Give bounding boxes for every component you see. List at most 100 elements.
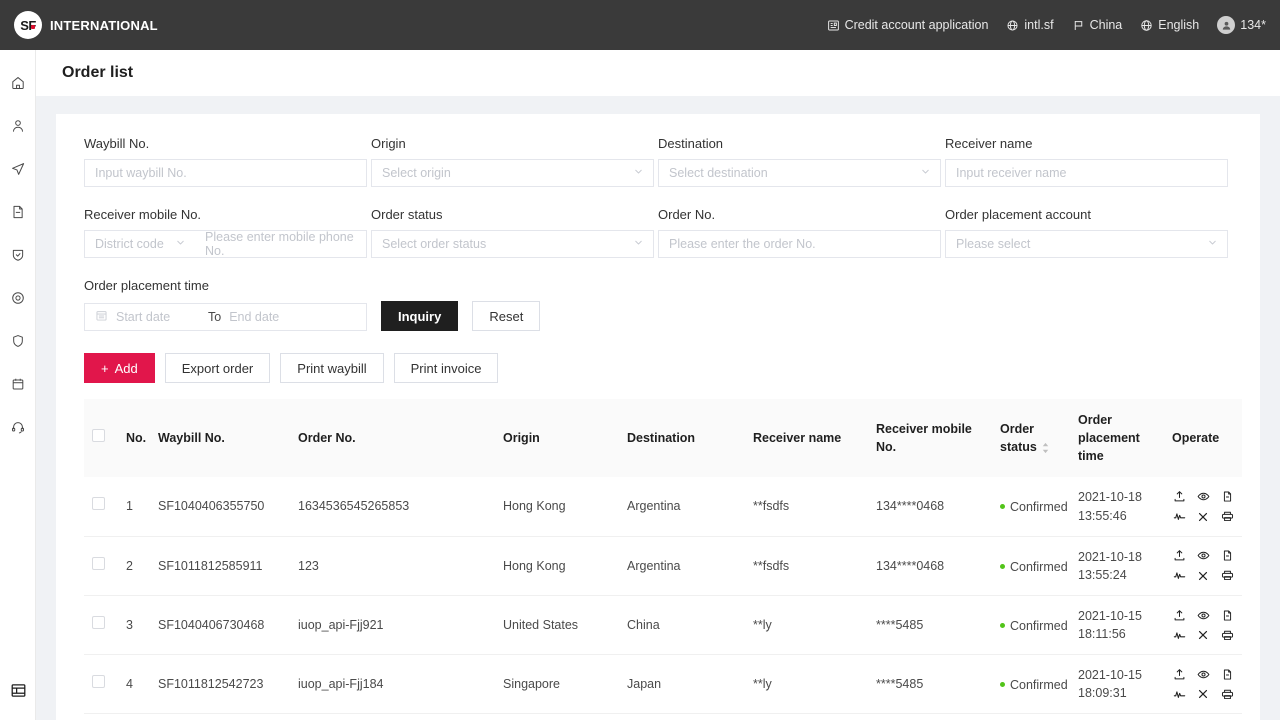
nav-site-switch[interactable]: intl.sf: [1006, 18, 1054, 32]
cancel-icon[interactable]: [1196, 628, 1210, 642]
cancel-icon[interactable]: [1196, 687, 1210, 701]
order-placement-date-range[interactable]: Start date To End date: [84, 303, 367, 331]
column-order-status[interactable]: Order status: [992, 399, 1070, 478]
page-content: Waybill No. Input waybill No. Origin Sel…: [36, 96, 1280, 720]
print-icon[interactable]: [1220, 569, 1234, 583]
nav-region-switch[interactable]: China: [1072, 18, 1122, 32]
nav-user-account[interactable]: 134*: [1217, 16, 1266, 34]
send-icon: [10, 161, 26, 182]
copy-icon[interactable]: [1220, 608, 1234, 622]
cell-no: 4: [118, 654, 150, 715]
nav-credit-account-application[interactable]: Credit account application: [827, 18, 989, 32]
table-row[interactable]: 3 SF1040406730468 iuop_api-Fjj921 United St…: [84, 595, 1242, 656]
upload-icon[interactable]: [1172, 667, 1186, 681]
row-checkbox[interactable]: [92, 497, 105, 511]
print-waybill-button[interactable]: Print waybill: [280, 353, 384, 383]
select-all-checkbox[interactable]: [92, 429, 105, 443]
placement-time: 13:55:24: [1078, 567, 1127, 582]
sort-icon[interactable]: [1041, 442, 1050, 454]
row-checkbox-cell[interactable]: [84, 654, 118, 715]
table-row[interactable]: 2 SF1011812585911 123 Hong Kong Argentina **f…: [84, 536, 1244, 596]
nav-credit-label: Credit account application: [844, 18, 989, 32]
label-destination: Destination: [658, 136, 724, 151]
reset-button[interactable]: Reset: [472, 301, 541, 331]
table-row[interactable]: 4 SF1011812542723 iuop_api-Fjj184 Singapore…: [84, 654, 1242, 715]
destination-select[interactable]: Select destination: [658, 159, 941, 187]
origin-select[interactable]: Select origin: [371, 159, 654, 187]
brand-logo[interactable]: SF INTERNATIONAL: [14, 11, 158, 39]
trace-icon[interactable]: [1172, 687, 1186, 701]
nav-site-label: intl.sf: [1024, 18, 1054, 32]
order-status-select[interactable]: Select order status: [371, 230, 654, 258]
add-button-label: Add: [114, 360, 138, 376]
date-and-actions-row: Start date To End date Inquiry Reset: [84, 301, 1232, 331]
sidebar-item-orders[interactable]: [0, 193, 36, 236]
receiver-name-input[interactable]: Input receiver name: [945, 159, 1228, 187]
add-button[interactable]: + Add: [84, 353, 155, 383]
eye-icon[interactable]: [1196, 608, 1210, 622]
sidebar-item-tracking[interactable]: [0, 279, 36, 322]
plus-icon: +: [101, 360, 109, 376]
row-checkbox-cell[interactable]: [84, 595, 118, 656]
inquiry-button[interactable]: Inquiry: [381, 301, 459, 331]
row-checkbox[interactable]: [92, 675, 105, 689]
sidebar-item-ship[interactable]: [0, 150, 36, 193]
sidebar-item-support[interactable]: [0, 408, 36, 451]
globe-small-icon: [1006, 19, 1019, 32]
row-checkbox[interactable]: [92, 556, 105, 570]
chevron-down-icon: [1207, 237, 1218, 251]
cancel-icon[interactable]: [1196, 569, 1210, 583]
row-checkbox-cell[interactable]: [84, 477, 118, 537]
order-placement-account-select[interactable]: Please select: [945, 230, 1228, 258]
cancel-icon[interactable]: [1196, 510, 1210, 524]
row-checkbox-cell[interactable]: [84, 713, 118, 720]
eye-icon[interactable]: [1196, 490, 1210, 504]
upload-icon[interactable]: [1172, 549, 1186, 563]
sidebar-item-claims[interactable]: [0, 236, 36, 279]
sidebar-item-home[interactable]: [0, 64, 36, 107]
trace-icon[interactable]: [1172, 628, 1186, 642]
cell-order-placement-time: 2021-10-15 18:09:31: [1070, 654, 1164, 715]
print-icon[interactable]: [1220, 510, 1234, 524]
copy-icon[interactable]: [1220, 667, 1234, 681]
sidebar-item-account[interactable]: [0, 107, 36, 150]
table-row[interactable]: 5SF13344916778851634022265407588ChinaChi…: [84, 713, 1242, 720]
eye-icon[interactable]: [1196, 549, 1210, 563]
upload-icon[interactable]: [1172, 490, 1186, 504]
receiver-mobile-input[interactable]: Please enter mobile phone No.: [195, 230, 366, 258]
table-header-row: No. Waybill No. Order No. Origin Destina…: [84, 399, 1242, 478]
start-date-input[interactable]: Start date: [116, 310, 200, 324]
order-no-input[interactable]: Please enter the order No.: [658, 230, 941, 258]
sidebar-item-pickup[interactable]: [0, 365, 36, 408]
status-badge: Confirmed: [1000, 676, 1068, 694]
upload-icon[interactable]: [1172, 608, 1186, 622]
avatar: [1217, 16, 1236, 34]
print-invoice-button[interactable]: Print invoice: [393, 353, 499, 383]
eye-icon[interactable]: [1196, 667, 1210, 681]
trace-icon[interactable]: [1172, 510, 1186, 524]
cell-order-no: iuop_api-Fjj184: [290, 654, 495, 715]
chevron-down-icon: [175, 237, 186, 251]
user-icon: [10, 118, 26, 139]
trace-icon[interactable]: [1172, 569, 1186, 583]
copy-icon[interactable]: [1220, 549, 1234, 563]
waybill-no-input[interactable]: Input waybill No.: [84, 159, 367, 187]
order-placement-account-placeholder: Please select: [956, 237, 1031, 251]
row-checkbox[interactable]: [92, 615, 105, 629]
cell-destination: Japan: [619, 654, 745, 715]
row-checkbox-cell[interactable]: [84, 536, 118, 596]
status-dot: [1000, 504, 1005, 510]
status-badge: Confirmed: [1000, 617, 1068, 635]
operate-actions: [1172, 549, 1244, 583]
print-icon[interactable]: [1220, 628, 1234, 642]
district-code-select[interactable]: District code: [85, 231, 195, 257]
sidebar-collapse-button[interactable]: [0, 682, 36, 704]
copy-icon[interactable]: [1220, 490, 1234, 504]
end-date-input[interactable]: End date: [229, 310, 313, 324]
chevron-down-icon: [633, 166, 644, 180]
table-row[interactable]: 1 SF1040406355750 1634536545265853 Hong Kon…: [84, 477, 1242, 537]
export-order-button[interactable]: Export order: [164, 353, 271, 383]
print-icon[interactable]: [1220, 687, 1234, 701]
sidebar-item-insurance[interactable]: [0, 322, 36, 365]
nav-language-switch[interactable]: English: [1140, 18, 1199, 32]
